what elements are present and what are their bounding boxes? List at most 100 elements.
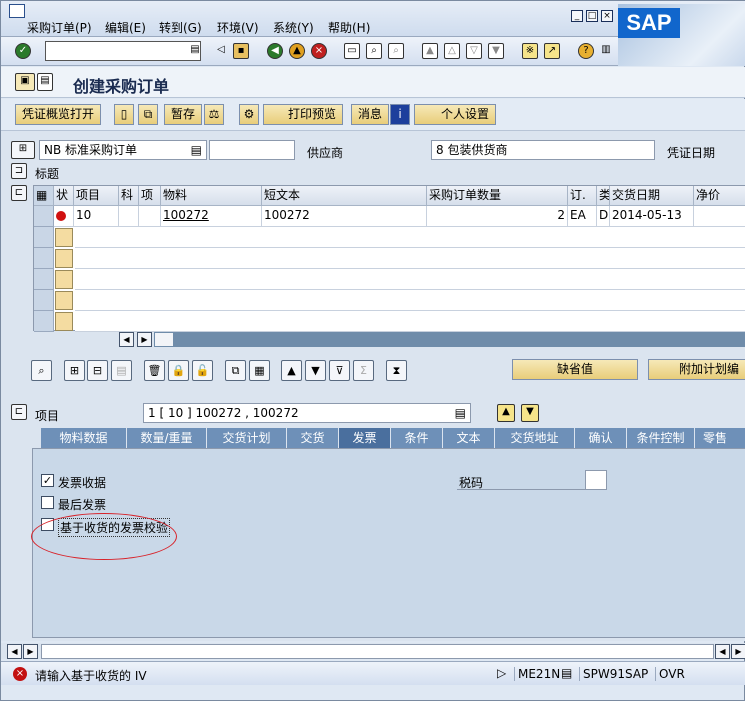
column-header-account[interactable]: 科: [119, 186, 139, 206]
vendor-field[interactable]: 8 包装供货商: [431, 140, 655, 160]
table-horizontal-scrollbar[interactable]: [154, 332, 745, 347]
item-detail-collapse-icon[interactable]: ⊏: [11, 404, 27, 420]
row-selector[interactable]: [34, 269, 54, 290]
delete-icon[interactable]: 🗑: [144, 360, 165, 381]
document-type-select[interactable]: NB 标准采购订单 ▤: [39, 140, 207, 160]
sum-icon[interactable]: Σ: [353, 360, 374, 381]
cancel-icon[interactable]: ×: [311, 43, 327, 59]
create-session-icon[interactable]: ※: [522, 43, 538, 59]
column-header-status[interactable]: 状: [54, 186, 74, 206]
tab-material-data[interactable]: 物料数据: [41, 428, 127, 448]
column-header-quantity[interactable]: 采购订单数量: [427, 186, 568, 206]
sort-descending-icon[interactable]: ▼: [305, 360, 326, 381]
tab-delivery-schedule[interactable]: 交货计划: [207, 428, 287, 448]
select-all-table-icon[interactable]: ▦: [249, 360, 270, 381]
maximize-icon[interactable]: □: [586, 10, 598, 22]
messages-button[interactable]: 消息: [351, 104, 390, 125]
shortcut-icon[interactable]: ↗: [544, 43, 560, 59]
defaults-button[interactable]: 缺省值: [512, 359, 638, 380]
select-all-icon[interactable]: ▦: [34, 186, 54, 206]
sort-ascending-icon[interactable]: ▲: [281, 360, 302, 381]
add-row-icon[interactable]: ⊞: [64, 360, 85, 381]
tab-retail[interactable]: 零售: [695, 428, 745, 448]
menu-system[interactable]: 系统(Y): [273, 19, 314, 36]
column-header-net-price[interactable]: 净价: [694, 186, 745, 206]
final-invoice-checkbox[interactable]: [41, 496, 54, 509]
cell-short-text[interactable]: 100272: [262, 206, 427, 227]
scroll-right-icon[interactable]: ▶: [23, 644, 38, 659]
column-header-item-cat[interactable]: 项: [139, 186, 161, 206]
menu-purchase-order[interactable]: 采购订单(P): [27, 19, 92, 36]
print-preview-button[interactable]: 打印预览: [263, 104, 344, 125]
scroll-right-end-icon[interactable]: ▶: [731, 644, 745, 659]
menu-edit[interactable]: 编辑(E): [105, 19, 146, 36]
tab-quantity-weight[interactable]: 数量/重量: [127, 428, 207, 448]
hold-button[interactable]: 暂存: [164, 104, 203, 125]
row-selector[interactable]: [34, 311, 54, 332]
tab-condition-control[interactable]: 条件控制: [627, 428, 695, 448]
exit-icon[interactable]: ▲: [289, 43, 305, 59]
scroll-left-end-icon[interactable]: ◀: [715, 644, 730, 659]
details-icon[interactable]: ⌕: [31, 360, 52, 381]
info-icon[interactable]: i: [390, 104, 410, 125]
session-info-icon[interactable]: ▤: [561, 666, 572, 680]
row-selector[interactable]: [34, 248, 54, 269]
column-header-category[interactable]: 类: [597, 186, 610, 206]
cell-item-cat[interactable]: [139, 206, 161, 227]
status-message[interactable]: 请输入基于收货的 IV: [35, 667, 147, 684]
menu-help[interactable]: 帮助(H): [328, 19, 370, 36]
new-document-icon[interactable]: ▯: [114, 104, 134, 125]
input-mode[interactable]: OVR: [655, 667, 685, 681]
cell-account[interactable]: [119, 206, 139, 227]
empty-status-cell[interactable]: [55, 291, 73, 310]
back-icon[interactable]: ◀: [267, 43, 283, 59]
additional-planning-button[interactable]: 附加计划编: [648, 359, 745, 380]
unlock-icon[interactable]: 🔓: [192, 360, 213, 381]
cell-net-price[interactable]: [694, 206, 745, 227]
cell-unit[interactable]: EA: [568, 206, 597, 227]
other-document-icon[interactable]: ▤: [37, 73, 53, 91]
find-icon[interactable]: ⌕: [366, 43, 382, 59]
lock-icon[interactable]: 🔒: [168, 360, 189, 381]
enter-icon[interactable]: ✓: [15, 43, 31, 59]
find-next-icon[interactable]: ⌕: [388, 43, 404, 59]
print-preview-icon[interactable]: ⚙: [239, 104, 259, 125]
command-field[interactable]: [45, 41, 201, 61]
menu-environment[interactable]: 环境(V): [217, 19, 259, 36]
column-header-unit[interactable]: 订.: [568, 186, 597, 206]
tax-code-field[interactable]: [585, 470, 607, 490]
header-expand-icon[interactable]: ⊐: [11, 163, 27, 179]
save-icon[interactable]: ▪: [233, 43, 249, 59]
scroll-left-icon[interactable]: ◀: [7, 644, 22, 659]
last-page-icon[interactable]: ▼: [488, 43, 504, 59]
tab-delivery-address[interactable]: 交货地址: [495, 428, 575, 448]
column-header-delivery-date[interactable]: 交货日期: [610, 186, 694, 206]
minimize-icon[interactable]: _: [571, 10, 583, 22]
scroll-thumb[interactable]: [155, 333, 173, 346]
tab-invoice[interactable]: 发票: [339, 428, 391, 448]
scroll-left-icon[interactable]: ◀: [119, 332, 134, 347]
scroll-track[interactable]: [41, 644, 714, 659]
item-overview-collapse-icon[interactable]: ⊏: [11, 185, 27, 201]
copy-icon[interactable]: ⧉: [225, 360, 246, 381]
document-type-extra-field[interactable]: [209, 140, 295, 160]
shopping-cart-icon[interactable]: ⊞: [11, 141, 35, 159]
row-selector[interactable]: [34, 290, 54, 311]
empty-status-cell[interactable]: [55, 312, 73, 331]
print-icon[interactable]: ▭: [344, 43, 360, 59]
row-selector[interactable]: [34, 206, 54, 227]
column-header-material[interactable]: 物料: [161, 186, 262, 206]
layout-menu-icon[interactable]: ▥: [598, 43, 614, 59]
cell-delivery-date[interactable]: 2014-05-13: [610, 206, 694, 227]
insert-row-icon[interactable]: ⊟: [87, 360, 108, 381]
command-dropdown-icon[interactable]: ▤: [187, 43, 203, 59]
cell-item[interactable]: 10: [74, 206, 119, 227]
layout-icon[interactable]: ⧗: [386, 360, 407, 381]
check-icon[interactable]: ⚖: [204, 104, 224, 125]
empty-status-cell[interactable]: [55, 228, 73, 247]
cell-category[interactable]: D: [597, 206, 610, 227]
empty-status-cell[interactable]: [55, 249, 73, 268]
personal-settings-button[interactable]: 个人设置: [414, 104, 497, 125]
first-page-icon[interactable]: ▲: [422, 43, 438, 59]
previous-page-icon[interactable]: △: [444, 43, 460, 59]
